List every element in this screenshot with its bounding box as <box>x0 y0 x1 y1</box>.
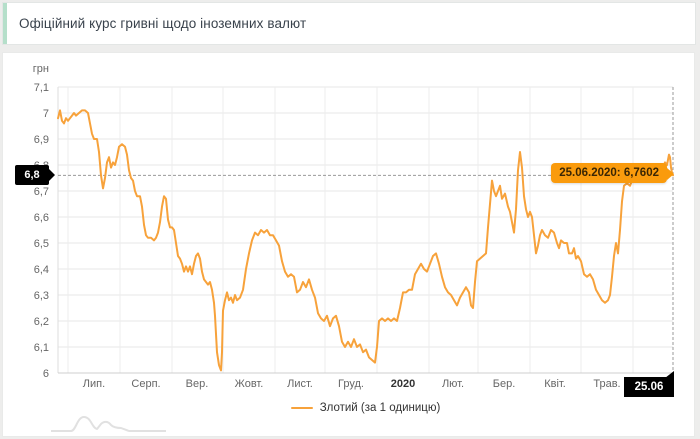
navigator-sparkline <box>51 416 166 432</box>
x-tick-label: Серп. <box>131 378 160 390</box>
y-tick-label: 6,6 <box>34 212 49 224</box>
header-card: Офіційний курс гривні щодо іноземних вал… <box>2 2 696 45</box>
legend-series-label: Злотий (за 1 одиницю) <box>319 402 441 414</box>
y-tick-label: 6,7 <box>34 186 49 198</box>
x-tick-label: Лип. <box>83 378 105 390</box>
exchange-rate-chart[interactable]: 7,1 7 6,9 6,86,7 6,6 6,5 6,4 6,3 6,2 6,1 6 грн Лип. С… <box>3 53 696 438</box>
y-tick-label: 6,3 <box>34 290 49 302</box>
chart-tooltip: 25.06.2020: 6,7602 <box>551 163 674 183</box>
y-tick-label: 6 <box>43 368 49 380</box>
chart-panel: 7,1 7 6,9 6,86,7 6,6 6,5 6,4 6,3 6,2 6,1 6 грн Лип. С… <box>2 52 695 437</box>
crosshair-x-date-label: 25.06 <box>624 371 674 397</box>
y-tick-label: 6,4 <box>34 264 49 276</box>
x-tick-label: Груд. <box>338 378 364 390</box>
y-tick-label: 6,2 <box>34 316 49 328</box>
x-tick-label: Жовт. <box>235 378 264 390</box>
x-tick-label: Квіт. <box>544 378 566 390</box>
x-tick-label: Трав. <box>593 378 620 390</box>
legend-line-icon <box>290 407 313 409</box>
header-accent-bar <box>3 3 7 44</box>
x-tick-label: Лист. <box>287 378 313 390</box>
y-tick-label: 7,1 <box>34 82 49 94</box>
crosshair-y-value-label: 6,8 <box>15 165 55 185</box>
x-tick-label: 2020 <box>391 378 415 390</box>
page: Офіційний курс гривні щодо іноземних вал… <box>0 0 700 439</box>
y-tick-label: 6,5 <box>34 238 49 250</box>
y-axis-title: грн <box>33 63 49 75</box>
x-tick-label: Вер. <box>186 378 209 390</box>
y-tick-label: 6,1 <box>34 342 49 354</box>
y-tick-label: 7 <box>43 108 49 120</box>
x-tick-label: Лют. <box>442 378 464 390</box>
page-title: Офіційний курс гривні щодо іноземних вал… <box>19 16 307 31</box>
x-tick-label: Бер. <box>493 378 516 390</box>
y-tick-label: 6,9 <box>34 134 49 146</box>
